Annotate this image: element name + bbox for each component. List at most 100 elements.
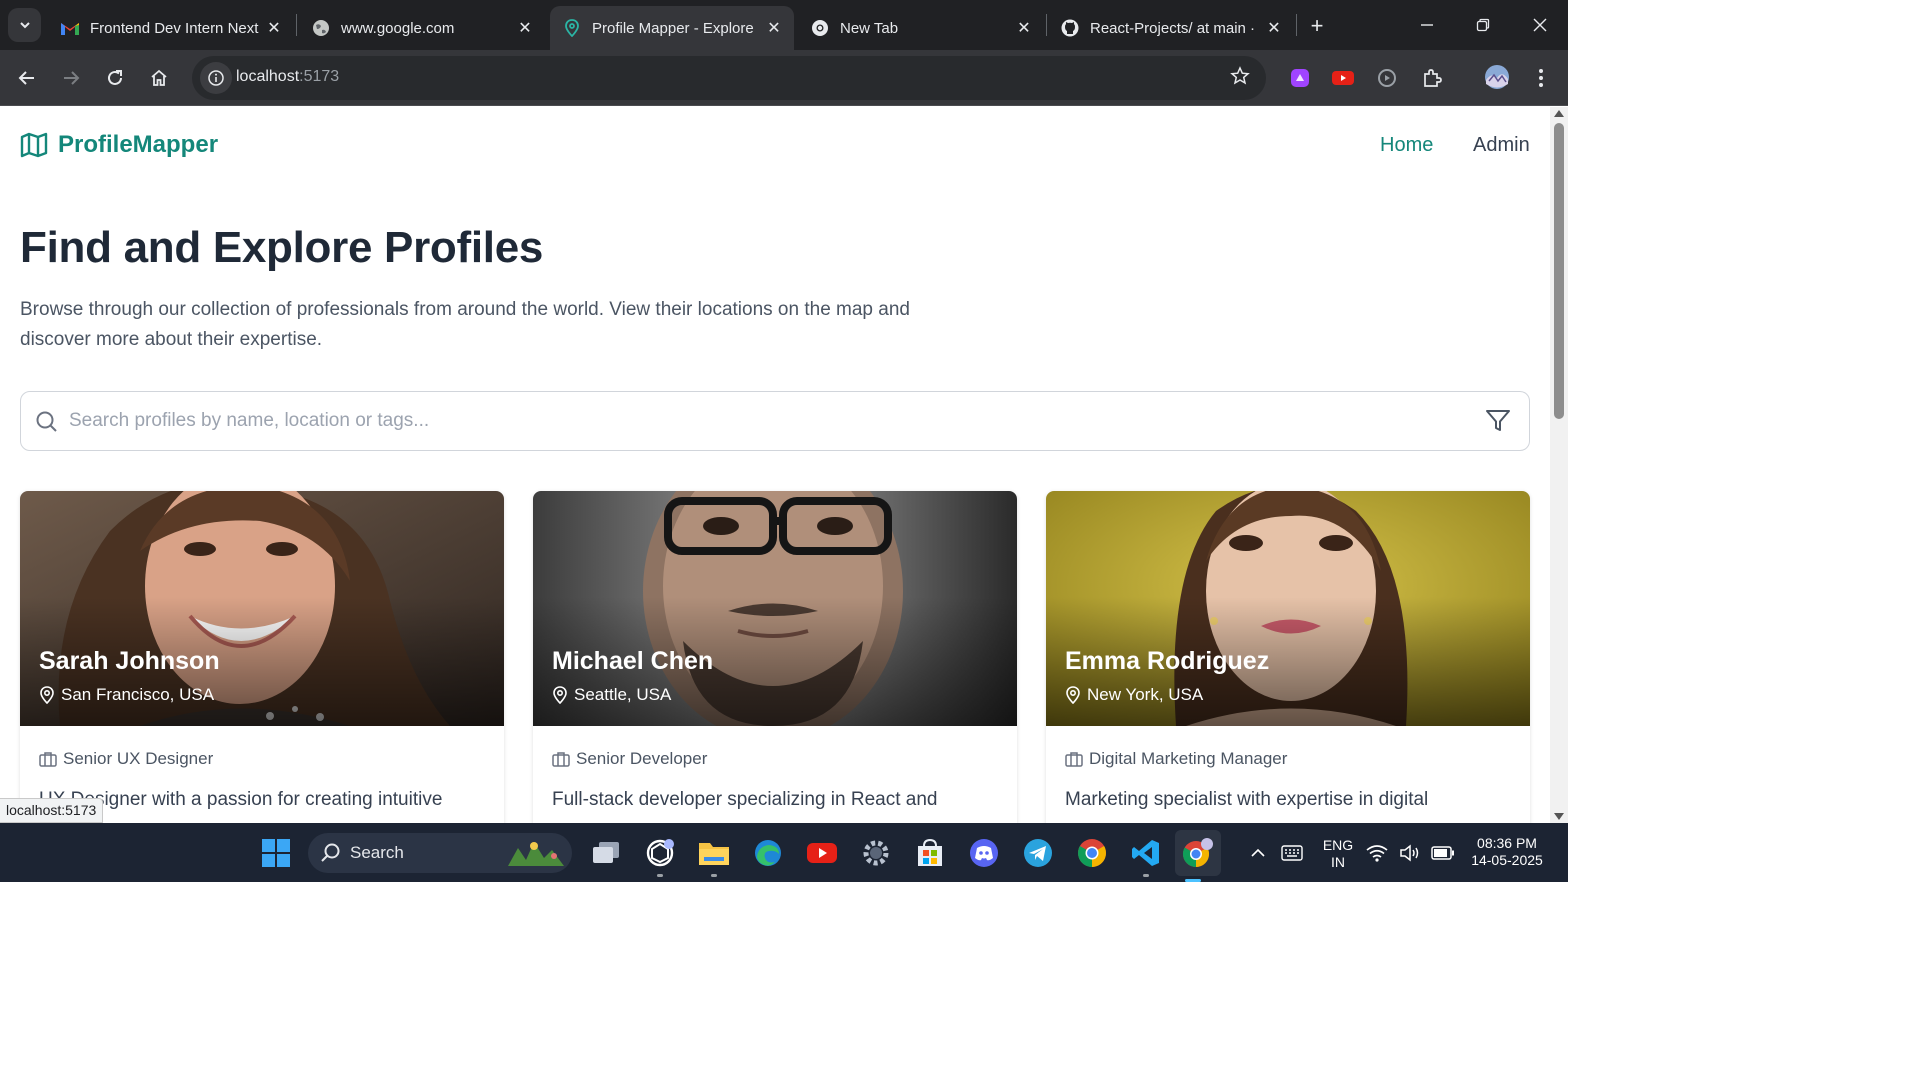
nav-link-admin[interactable]: Admin [1473,134,1530,157]
taskbar-search[interactable]: Search [308,833,572,873]
show-hidden-icons-chevron-up-icon[interactable] [1240,835,1276,871]
scroll-up-arrow-icon[interactable] [1554,110,1564,117]
nav-link-home[interactable]: Home [1380,134,1433,157]
restore-button[interactable] [1455,0,1511,50]
close-window-button[interactable] [1512,0,1568,50]
close-tab-icon[interactable]: ✕ [764,18,784,38]
search-icon [321,843,340,862]
profile-name: Sarah Johnson [39,647,220,675]
close-tab-icon[interactable]: ✕ [1014,18,1034,38]
tab-separator [1046,14,1047,36]
profile-name: Emma Rodriguez [1065,647,1270,675]
close-tab-icon[interactable]: ✕ [1264,18,1284,38]
telegram-icon[interactable] [1020,835,1056,871]
filter-icon[interactable] [1485,409,1511,438]
start-button[interactable] [258,835,294,871]
input-language-indicator[interactable]: ENG IN [1318,837,1358,871]
bookmark-star-icon[interactable] [1230,66,1250,91]
browser-menu-icon[interactable] [1529,66,1553,90]
role-text: Senior UX Designer [63,749,214,768]
page-scrollbar[interactable] [1550,107,1568,823]
wifi-icon[interactable] [1366,835,1388,871]
chrome-icon [810,18,830,38]
scrollbar-thumb[interactable] [1554,123,1564,419]
discord-icon[interactable] [966,835,1002,871]
brand-logo[interactable]: ProfileMapper [20,131,218,159]
edge-browser-icon[interactable] [750,835,786,871]
reload-button[interactable] [99,62,131,94]
restore-icon [1476,18,1490,32]
tab-title: New Tab [840,19,899,37]
keyboard-icon[interactable] [1274,835,1310,871]
close-tab-icon[interactable]: ✕ [515,18,535,38]
chrome-profile-taskbar-icon[interactable] [1175,830,1221,882]
chrome-taskbar-icon[interactable] [1074,835,1110,871]
browser-tab-gmail[interactable]: Frontend Dev Intern Next ✕ [48,6,294,50]
profile-description: Full-stack developer specializing in Rea… [552,789,938,810]
task-view-icon[interactable] [588,835,624,871]
youtube-extension-icon[interactable] [1331,66,1355,90]
briefcase-icon [552,752,570,767]
volume-icon[interactable] [1398,835,1422,871]
tab-title: www.google.com [341,19,455,37]
map-pin-icon [553,686,567,704]
map-pin-icon [40,686,54,704]
url-port: :5173 [299,68,340,85]
browser-tab-bar: Frontend Dev Intern Next ✕ www.google.co… [0,0,1568,50]
settings-gear-icon[interactable] [858,835,894,871]
profile-role: Senior Developer [552,749,707,769]
new-tab-button[interactable]: + [1303,12,1331,40]
reload-icon [108,70,122,85]
url-text[interactable]: localhost:5173 [236,68,339,86]
map-pin-icon [1066,686,1080,704]
chevron-down-icon [19,22,30,29]
profile-card[interactable]: Emma Rodriguez New York, USA Digital Mar… [1046,491,1530,823]
profile-card[interactable]: Michael Chen Seattle, USA Senior Develop… [533,491,1017,823]
clock-date: 14-05-2025 [1471,852,1543,868]
profile-card[interactable]: Sarah Johnson San Francisco, USA Senior … [20,491,504,823]
running-indicator [1143,874,1149,877]
media-extension-icon[interactable] [1375,66,1399,90]
browser-tab-profile-mapper[interactable]: Profile Mapper - Explore ✕ [550,6,794,50]
system-clock[interactable]: 08:36 PM 14-05-2025 [1464,835,1550,869]
extensions-puzzle-icon[interactable] [1420,66,1444,90]
browser-tab-github[interactable]: React-Projects/ at main · ✕ [1048,6,1294,50]
vscode-icon[interactable] [1128,835,1164,877]
file-explorer-icon[interactable] [696,835,732,877]
site-info-icon[interactable] [200,62,232,94]
windows-logo-icon [262,839,290,867]
battery-icon[interactable] [1430,835,1456,871]
map-icon [20,132,48,158]
forward-button[interactable] [55,62,87,94]
back-button[interactable] [11,62,43,94]
search-icon [35,410,59,439]
search-input[interactable] [69,402,1469,440]
map-pin-icon [562,18,582,38]
profile-role: Digital Marketing Manager [1065,749,1287,769]
profile-role: Senior UX Designer [39,749,213,769]
page-title: Find and Explore Profiles [20,223,544,272]
location-text: New York, USA [1087,685,1204,704]
youtube-taskbar-icon[interactable] [804,835,840,871]
tab-search-button[interactable] [8,8,41,42]
profile-name: Michael Chen [552,647,714,675]
minimize-button[interactable] [1399,0,1455,50]
role-text: Digital Marketing Manager [1089,749,1288,768]
address-bar[interactable]: localhost:5173 [192,56,1266,100]
location-text: San Francisco, USA [61,685,215,704]
close-tab-icon[interactable]: ✕ [264,18,284,38]
scroll-down-arrow-icon[interactable] [1554,813,1564,820]
profile-avatar[interactable] [1484,64,1510,90]
profile-location: San Francisco, USA [39,685,214,705]
microsoft-store-icon[interactable] [912,835,948,871]
briefcase-icon [1065,752,1083,767]
tab-separator [1296,14,1297,36]
browser-tab-new-tab[interactable]: New Tab ✕ [798,6,1044,50]
home-button[interactable] [143,62,175,94]
browser-tab-google[interactable]: www.google.com ✕ [299,6,545,50]
extension-gradient-icon[interactable] [1288,66,1312,90]
site-navbar: ProfileMapper Home Admin [20,129,1530,161]
page-viewport: ProfileMapper Home Admin Find and Explor… [0,107,1550,823]
chatgpt-taskbar-icon[interactable] [642,835,678,877]
browser-toolbar: localhost:5173 [0,50,1568,106]
